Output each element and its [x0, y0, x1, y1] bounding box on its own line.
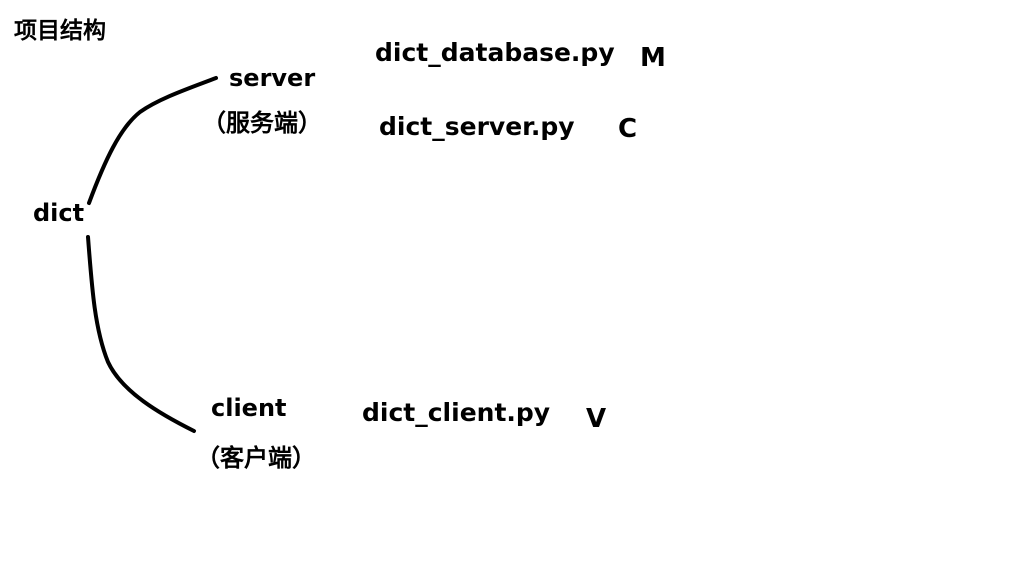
- role-view: V: [586, 404, 607, 434]
- file-dict-client: dict_client.py: [362, 398, 551, 427]
- client-node-label: client: [211, 394, 287, 422]
- server-node-label: server: [229, 64, 316, 92]
- client-node-sublabel: （客户端）: [196, 444, 316, 472]
- role-controller: C: [618, 114, 638, 144]
- connector-dict-to-client: [86, 235, 196, 433]
- diagram-title: 项目结构: [14, 18, 106, 44]
- server-node-sublabel: （服务端）: [202, 109, 322, 137]
- connector-dict-to-server: [87, 76, 218, 205]
- file-dict-database: dict_database.py: [375, 38, 615, 67]
- tree-connectors: [86, 76, 218, 433]
- root-node-dict: dict: [33, 199, 85, 227]
- role-model: M: [640, 43, 666, 73]
- file-dict-server: dict_server.py: [379, 112, 575, 141]
